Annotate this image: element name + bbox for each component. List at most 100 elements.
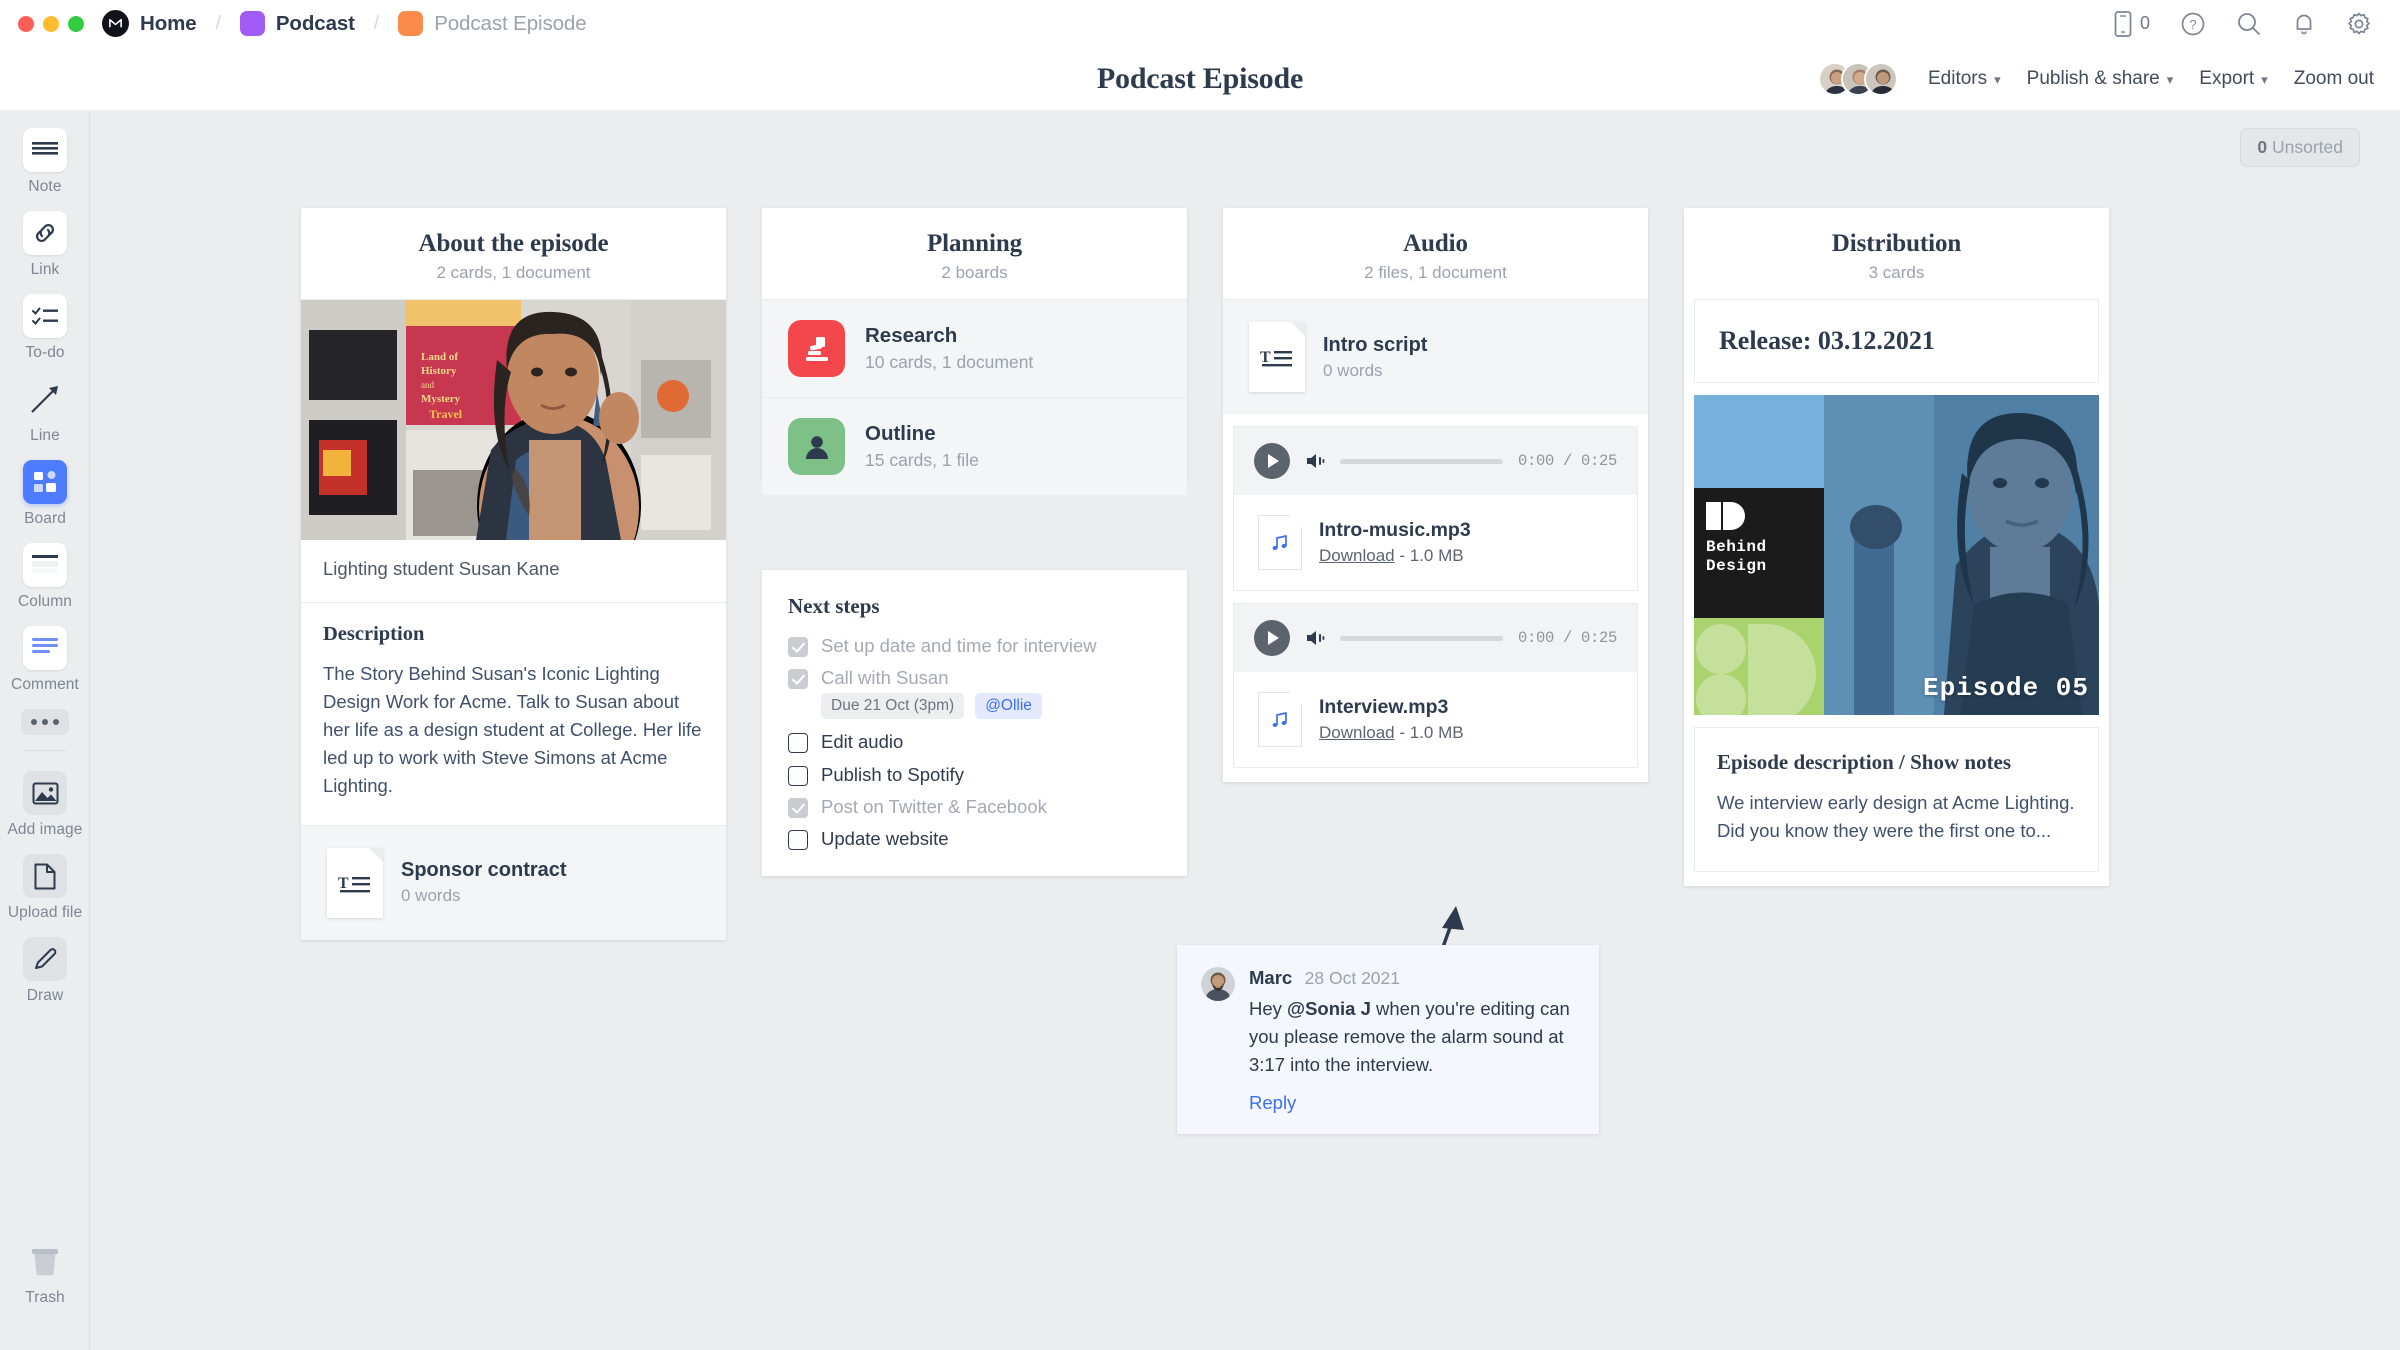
checkbox-unchecked[interactable] [788, 733, 808, 754]
todo-label: Update website [821, 827, 949, 849]
svg-text:Mystery: Mystery [421, 393, 461, 405]
sidebar-item-todo[interactable]: To-do [0, 294, 90, 362]
editors-label: Editors [1928, 68, 1988, 89]
sidebar-item-column[interactable]: Column [0, 543, 90, 611]
volume-icon[interactable] [1305, 629, 1325, 647]
todo-item[interactable]: Publish to Spotify [788, 764, 1161, 786]
comment-author: Marc [1249, 967, 1293, 988]
track-size: - 1.0 MB [1399, 546, 1464, 565]
minimize-button[interactable] [43, 15, 59, 32]
column-about[interactable]: About the episode 2 cards, 1 document La… [301, 208, 726, 940]
checkbox-checked[interactable] [788, 669, 808, 690]
card-show-notes[interactable]: Episode description / Show notes We inte… [1694, 727, 2099, 873]
sidebar-item-add-image[interactable]: Add image [0, 771, 90, 839]
sidebar-item-note[interactable]: Note [0, 128, 90, 196]
board-name: Outline [865, 422, 936, 445]
search-icon[interactable] [2236, 11, 2262, 37]
sidebar-more-button[interactable] [0, 709, 90, 735]
checkbox-checked[interactable] [788, 637, 808, 657]
export-dropdown[interactable]: Export ▾ [2199, 68, 2267, 90]
board-card-outline[interactable]: Outline 15 cards, 1 file [762, 397, 1187, 495]
card-intro-script[interactable]: T Intro script 0 words [1223, 299, 1648, 414]
unsorted-badge[interactable]: 0 Unsorted [2240, 128, 2360, 167]
app-logo-icon[interactable] [102, 10, 129, 37]
audio-time: 0:00 / 0:25 [1517, 629, 1617, 647]
zoom-out-button[interactable]: Zoom out [2294, 68, 2374, 90]
board-meta: 10 cards, 1 document [865, 352, 1034, 372]
maximize-button[interactable] [68, 15, 84, 32]
sidebar-item-board[interactable]: Board [0, 460, 90, 528]
sidebar-item-trash[interactable]: Trash [0, 1239, 90, 1307]
close-button[interactable] [18, 15, 34, 32]
comment-mention[interactable]: @Sonia J [1287, 998, 1371, 1019]
sidebar-label: Trash [25, 1289, 65, 1306]
card-description[interactable]: Description The Story Behind Susan's Ico… [301, 602, 726, 825]
device-count: 0 [2139, 13, 2150, 33]
progress-bar[interactable] [1340, 458, 1503, 464]
text-document-icon: T [1249, 322, 1305, 392]
publish-share-dropdown[interactable]: Publish & share ▾ [2027, 68, 2174, 90]
svg-text:T: T [338, 875, 349, 892]
breadcrumb-home[interactable]: Home [140, 12, 197, 36]
play-button[interactable] [1254, 443, 1290, 479]
sidebar-item-upload-file[interactable]: Upload file [0, 854, 90, 922]
checkbox-unchecked[interactable] [788, 765, 808, 786]
todo-item[interactable]: Post on Twitter & Facebook [788, 796, 1161, 818]
comment-bubble[interactable]: Marc 28 Oct 2021 Hey @Sonia J when you'r… [1177, 945, 1599, 1135]
todo-badges: Due 21 Oct (3pm) @Ollie [821, 693, 1161, 720]
card-sponsor-document[interactable]: T Sponsor contract 0 words [301, 824, 726, 940]
column-audio[interactable]: Audio 2 files, 1 document T Intro script… [1223, 208, 1648, 782]
audio-player[interactable]: 0:00 / 0:25 [1234, 604, 1637, 672]
audio-card-intro-music[interactable]: 0:00 / 0:25 Intro-music.mp3 Download - 1… [1233, 426, 1638, 591]
sidebar-item-link[interactable]: Link [0, 211, 90, 279]
todo-item[interactable]: Set up date and time for interview [788, 635, 1161, 657]
window-controls[interactable] [0, 15, 102, 32]
note-icon [23, 128, 67, 172]
audio-card-interview[interactable]: 0:00 / 0:25 Interview.mp3 Download - 1.0… [1233, 603, 1638, 768]
column-subtitle: 3 cards [1868, 263, 1925, 282]
assignee-badge[interactable]: @Ollie [975, 693, 1042, 720]
todo-item[interactable]: Edit audio [788, 731, 1161, 754]
sidebar-item-line[interactable]: Line [0, 377, 90, 445]
download-link[interactable]: Download [1319, 546, 1395, 565]
board-canvas[interactable]: 0 Unsorted About the episode 2 cards, 1 … [90, 110, 2400, 1350]
audio-time: 0:00 / 0:25 [1517, 452, 1617, 470]
due-date-badge[interactable]: Due 21 Oct (3pm) [821, 693, 965, 720]
column-title: About the episode [418, 230, 609, 257]
cover-photo: Episode 05 [1823, 395, 2099, 715]
volume-icon[interactable] [1305, 452, 1325, 470]
notifications-icon[interactable] [2292, 11, 2316, 37]
column-distribution[interactable]: Distribution 3 cards Release: 03.12.2021… [1684, 208, 2109, 887]
card-cover-art[interactable]: Behind Design Episode 05 [1694, 395, 2099, 715]
mobile-icon[interactable]: 0 [2113, 10, 2150, 38]
sidebar-item-comment[interactable]: Comment [0, 626, 90, 694]
play-button[interactable] [1254, 620, 1290, 656]
settings-icon[interactable] [2346, 11, 2372, 37]
brand-line-1: Behind [1706, 537, 1767, 556]
audio-player[interactable]: 0:00 / 0:25 [1234, 427, 1637, 495]
todo-item[interactable]: Call with Susan [788, 667, 1161, 690]
column-header: Distribution 3 cards [1684, 208, 2109, 299]
card-next-steps[interactable]: Next steps Set up date and time for inte… [762, 570, 1187, 877]
avatar[interactable] [1201, 967, 1235, 1001]
column-title: Planning [926, 230, 1023, 257]
board-card-research[interactable]: Research 10 cards, 1 document [762, 299, 1187, 397]
editors-dropdown[interactable]: Editors ▾ [1928, 68, 2001, 90]
todo-item[interactable]: Update website [788, 828, 1161, 850]
board-icon [23, 460, 67, 504]
progress-bar[interactable] [1340, 635, 1503, 641]
editor-avatars[interactable] [1818, 62, 1898, 96]
card-photo[interactable]: Land of History and Mystery Travel Light… [301, 299, 726, 602]
checkbox-checked[interactable] [788, 797, 808, 818]
sidebar-item-draw[interactable]: Draw [0, 937, 90, 1005]
breadcrumb-project[interactable]: Podcast [276, 12, 355, 36]
column-planning[interactable]: Planning 2 boards Research 10 cards, 1 d… [762, 208, 1187, 495]
reply-link[interactable]: Reply [1249, 1092, 1296, 1114]
download-link[interactable]: Download [1319, 723, 1395, 742]
avatar[interactable] [1864, 62, 1898, 96]
help-icon[interactable]: ? [2180, 11, 2206, 37]
checkbox-unchecked[interactable] [788, 829, 808, 850]
document-actions: Editors ▾ Publish & share ▾ Export ▾ Zoo… [1818, 48, 2374, 110]
episode-number: Episode 05 [1922, 673, 2089, 703]
card-release-date[interactable]: Release: 03.12.2021 [1694, 299, 2099, 383]
